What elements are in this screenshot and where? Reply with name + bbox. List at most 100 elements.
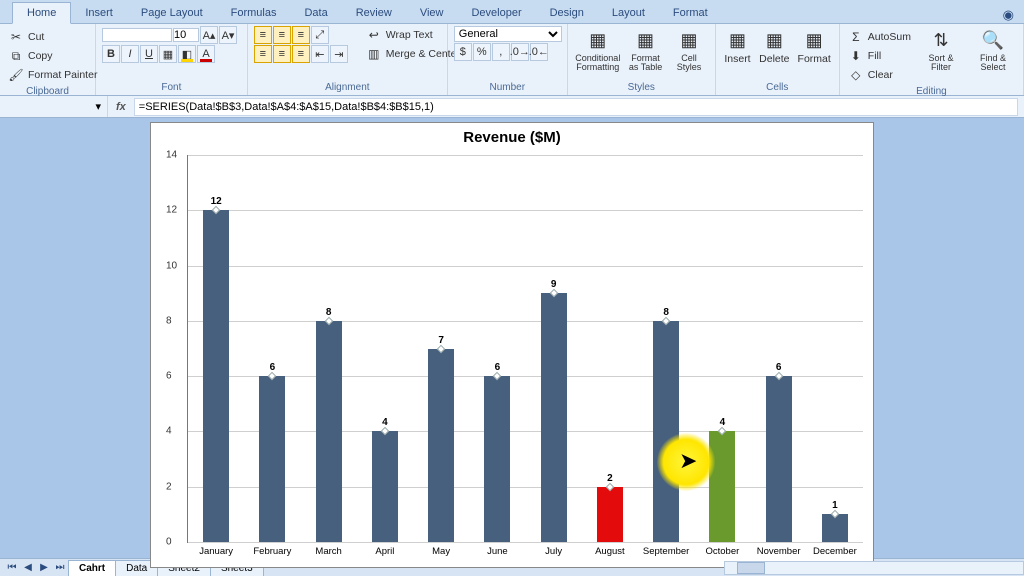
- cut-button[interactable]: ✂Cut: [6, 28, 99, 46]
- font-color-button[interactable]: A: [197, 45, 215, 63]
- grow-font-button[interactable]: A▴: [200, 26, 218, 44]
- currency-button[interactable]: $: [454, 43, 472, 61]
- help-icon[interactable]: ◉: [1003, 7, 1014, 23]
- bar[interactable]: 8: [653, 321, 679, 542]
- bar[interactable]: 1: [822, 514, 848, 542]
- chart-object[interactable]: Revenue ($M) 0246810121412January6Februa…: [150, 122, 874, 568]
- italic-button[interactable]: I: [121, 45, 139, 63]
- conditional-formatting-button[interactable]: ▦Conditional Formatting: [574, 26, 622, 74]
- bar[interactable]: 6: [766, 376, 792, 542]
- font-size-input[interactable]: [173, 28, 199, 42]
- bar-slot: 9July: [526, 155, 582, 542]
- eraser-icon: ◇: [848, 67, 864, 83]
- number-format-select[interactable]: General: [454, 26, 562, 42]
- series-marker: [268, 372, 276, 380]
- bar[interactable]: 9: [541, 293, 567, 542]
- bar-slot: 4April: [357, 155, 413, 542]
- bold-button[interactable]: B: [102, 45, 120, 63]
- underline-button[interactable]: U: [140, 45, 158, 63]
- scrollbar-thumb[interactable]: [737, 562, 765, 574]
- percent-button[interactable]: %: [473, 43, 491, 61]
- group-label-number: Number: [454, 80, 561, 95]
- tab-page-layout[interactable]: Page Layout: [127, 3, 217, 23]
- tab-data[interactable]: Data: [290, 3, 341, 23]
- clear-button[interactable]: ◇Clear: [846, 66, 913, 84]
- brush-icon: 🖌: [8, 67, 24, 83]
- copy-label: Copy: [28, 50, 53, 62]
- name-box[interactable]: ▾: [0, 96, 108, 117]
- wrap-icon: ↩: [366, 27, 382, 43]
- copy-button[interactable]: ⧉Copy: [6, 47, 99, 65]
- tab-design[interactable]: Design: [536, 3, 598, 23]
- fill-button[interactable]: ⬇Fill: [846, 47, 913, 65]
- fill-label: Fill: [868, 50, 881, 62]
- tab-formulas[interactable]: Formulas: [217, 3, 291, 23]
- bar[interactable]: 12: [203, 210, 229, 542]
- format-painter-button[interactable]: 🖌Format Painter: [6, 66, 99, 84]
- align-left-button[interactable]: ≡: [254, 45, 272, 63]
- bar-series[interactable]: 12January6February8March4April7May6June9…: [188, 155, 863, 542]
- tab-nav-next[interactable]: ▶: [36, 562, 52, 573]
- format-as-table-button[interactable]: ▦Format as Table: [626, 26, 666, 74]
- autosum-button[interactable]: ΣAutoSum: [846, 28, 913, 46]
- cut-label: Cut: [28, 31, 44, 43]
- fx-icon[interactable]: fx: [108, 101, 134, 113]
- series-marker: [606, 482, 614, 490]
- bar[interactable]: 8: [316, 321, 342, 542]
- group-styles: ▦Conditional Formatting ▦Format as Table…: [568, 24, 716, 95]
- align-bottom-button[interactable]: ≡: [292, 26, 310, 44]
- formula-input[interactable]: =SERIES(Data!$B$3,Data!$A$4:$A$15,Data!$…: [134, 98, 1018, 116]
- cell-styles-button[interactable]: ▦Cell Styles: [669, 26, 709, 74]
- bar[interactable]: 6: [259, 376, 285, 542]
- series-marker: [718, 427, 726, 435]
- tab-layout[interactable]: Layout: [598, 3, 659, 23]
- bar[interactable]: 7: [428, 349, 454, 543]
- tab-insert[interactable]: Insert: [71, 3, 127, 23]
- chart-plot-area[interactable]: 0246810121412January6February8March4Apri…: [187, 155, 863, 543]
- series-marker: [831, 510, 839, 518]
- align-center-button[interactable]: ≡: [273, 45, 291, 63]
- group-clipboard: ✂Cut ⧉Copy 🖌Format Painter Clipboard: [0, 24, 96, 95]
- align-right-button[interactable]: ≡: [292, 45, 310, 63]
- increase-decimal-button[interactable]: .0→: [511, 43, 529, 61]
- bar[interactable]: 2: [597, 487, 623, 542]
- insert-cells-button[interactable]: ▦Insert: [722, 26, 753, 67]
- bar-slot: 6February: [244, 155, 300, 542]
- tab-review[interactable]: Review: [342, 3, 406, 23]
- bar[interactable]: 4: [372, 431, 398, 542]
- tab-developer[interactable]: Developer: [457, 3, 535, 23]
- chart-title[interactable]: Revenue ($M): [151, 123, 873, 148]
- format-label: Format: [798, 54, 831, 65]
- align-top-button[interactable]: ≡: [254, 26, 272, 44]
- horizontal-scrollbar[interactable]: [724, 561, 1024, 575]
- bar-slot: 6November: [751, 155, 807, 542]
- find-select-button[interactable]: 🔍Find & Select: [969, 26, 1017, 74]
- y-axis-tick: 12: [166, 205, 177, 216]
- tab-nav-prev[interactable]: ◀: [20, 562, 36, 573]
- wrap-text-label: Wrap Text: [386, 29, 433, 41]
- tab-nav-first[interactable]: ⏮: [4, 562, 20, 573]
- delete-cells-button[interactable]: ▦Delete: [757, 26, 791, 67]
- shrink-font-button[interactable]: A▾: [219, 26, 237, 44]
- y-axis-tick: 10: [166, 260, 177, 271]
- sort-filter-button[interactable]: ⇅Sort & Filter: [917, 26, 965, 74]
- orientation-button[interactable]: ⤢: [311, 26, 329, 44]
- decrease-decimal-button[interactable]: .0←: [530, 43, 548, 61]
- comma-button[interactable]: ,: [492, 43, 510, 61]
- format-cells-button[interactable]: ▦Format: [796, 26, 833, 67]
- borders-button[interactable]: ▦: [159, 45, 177, 63]
- tab-home[interactable]: Home: [12, 2, 71, 24]
- decrease-indent-button[interactable]: ⇤: [311, 45, 329, 63]
- tab-nav-last[interactable]: ⏭: [52, 562, 68, 573]
- font-name-input[interactable]: [102, 28, 172, 42]
- sheet-tab-cahrt[interactable]: Cahrt: [68, 560, 116, 576]
- increase-indent-button[interactable]: ⇥: [330, 45, 348, 63]
- bar-slot: 6June: [469, 155, 525, 542]
- tab-view[interactable]: View: [406, 3, 458, 23]
- bar[interactable]: 6: [484, 376, 510, 542]
- bar[interactable]: 4: [709, 431, 735, 542]
- fill-color-button[interactable]: ◧: [178, 45, 196, 63]
- align-middle-button[interactable]: ≡: [273, 26, 291, 44]
- y-axis-tick: 14: [166, 150, 177, 161]
- tab-format[interactable]: Format: [659, 3, 722, 23]
